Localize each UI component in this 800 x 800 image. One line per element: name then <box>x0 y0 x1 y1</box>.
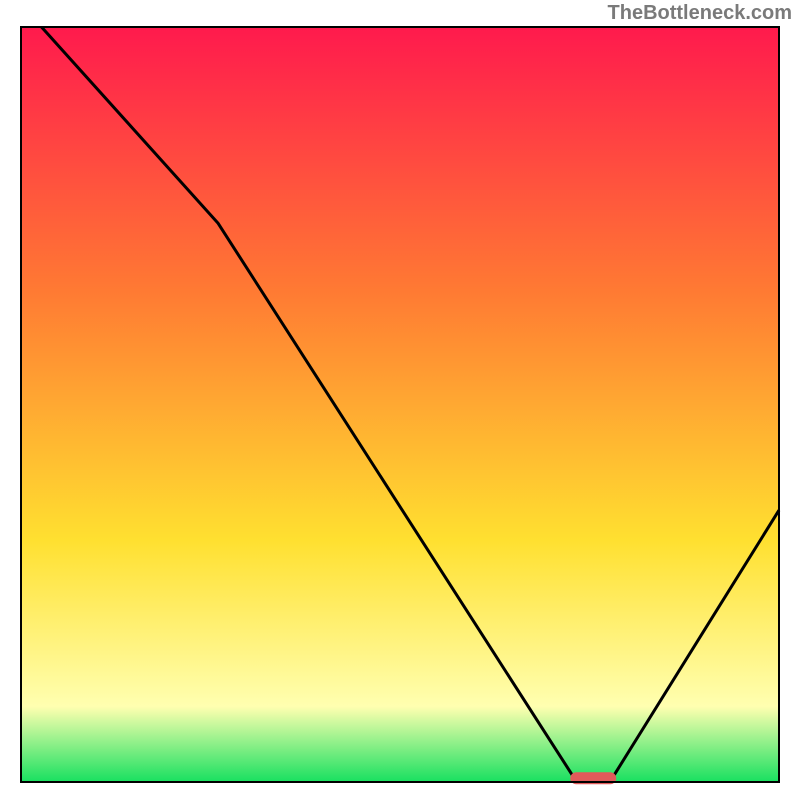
plot-background <box>21 27 779 782</box>
attribution-text: TheBottleneck.com <box>608 2 792 25</box>
bottleneck-chart <box>0 0 800 800</box>
